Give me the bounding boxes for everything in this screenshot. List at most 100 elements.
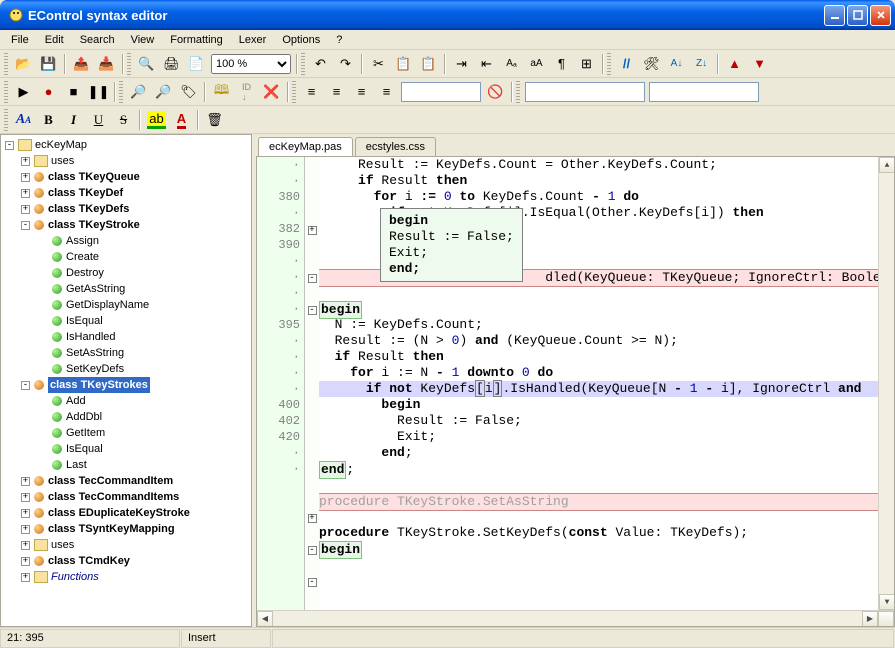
tree-node[interactable]: +class TecCommandItems xyxy=(3,489,249,505)
redo-button[interactable]: ↷ xyxy=(334,53,357,75)
bold-button[interactable]: B xyxy=(37,109,60,131)
toolbar-grip[interactable] xyxy=(516,81,520,103)
fold-toggle[interactable]: - xyxy=(308,306,317,315)
clear-fmt-button[interactable]: 🚫 xyxy=(484,81,507,103)
comment-button[interactable]: // xyxy=(615,53,638,75)
undo-button[interactable]: ↶ xyxy=(309,53,332,75)
delete-button[interactable]: 🗑 xyxy=(203,109,226,131)
fold-column[interactable]: +--+-- xyxy=(305,157,319,610)
sort-desc-button[interactable]: Z↓ xyxy=(690,53,713,75)
bookmark-clear-button[interactable]: ❌ xyxy=(260,81,283,103)
tree-node[interactable]: SetKeyDefs xyxy=(3,361,249,377)
fold-toggle[interactable]: + xyxy=(308,514,317,523)
tree-node[interactable]: GetAsString xyxy=(3,281,249,297)
bookmark-id-button[interactable]: ID↓ xyxy=(235,81,258,103)
tree-node[interactable]: Assign xyxy=(3,233,249,249)
toolbar-grip[interactable] xyxy=(4,109,8,131)
menu-options[interactable]: Options xyxy=(275,32,327,48)
record-button[interactable]: ● xyxy=(37,81,60,103)
tree-node[interactable]: +class TSyntKeyMapping xyxy=(3,521,249,537)
tree-node[interactable]: Add xyxy=(3,393,249,409)
close-button[interactable] xyxy=(870,5,891,26)
maximize-button[interactable] xyxy=(847,5,868,26)
replace-button[interactable]: 🏷 xyxy=(177,81,200,103)
tab[interactable]: ecstyles.css xyxy=(355,137,436,156)
toolbar-grip[interactable] xyxy=(127,53,131,75)
tree-node[interactable]: IsEqual xyxy=(3,313,249,329)
tab[interactable]: ecKeyMap.pas xyxy=(258,137,353,156)
find-button[interactable]: 🔎 xyxy=(127,81,150,103)
size-combo[interactable] xyxy=(649,82,759,102)
menu-?[interactable]: ? xyxy=(329,32,349,48)
underline-button[interactable]: U xyxy=(87,109,110,131)
align-center-button[interactable]: ≡ xyxy=(325,81,348,103)
tree-node[interactable]: -class TKeyStrokes xyxy=(3,377,249,393)
export-button[interactable]: 📤 xyxy=(70,53,93,75)
case-lower-button[interactable]: aA xyxy=(525,53,548,75)
paste-button[interactable]: 📋 xyxy=(417,53,440,75)
char-format-button[interactable]: AA xyxy=(12,109,35,131)
toolbar-grip[interactable] xyxy=(119,81,123,103)
italic-button[interactable]: I xyxy=(62,109,85,131)
cut-button[interactable]: ✂ xyxy=(367,53,390,75)
fold-toggle[interactable]: - xyxy=(308,546,317,555)
align-justify-button[interactable]: ≡ xyxy=(375,81,398,103)
menu-search[interactable]: Search xyxy=(73,32,122,48)
stop-button[interactable]: ■ xyxy=(62,81,85,103)
font-combo[interactable] xyxy=(525,82,645,102)
menu-file[interactable]: File xyxy=(4,32,36,48)
tree-node[interactable]: SetAsString xyxy=(3,345,249,361)
titlebar[interactable]: EControl syntax editor xyxy=(0,0,895,30)
page-setup-button[interactable]: 📄 xyxy=(185,53,208,75)
scroll-up-button[interactable]: ▲ xyxy=(879,157,895,173)
indent-button[interactable]: ⇥ xyxy=(450,53,473,75)
sort-asc-button[interactable]: A↓ xyxy=(665,53,688,75)
toolbar-grip[interactable] xyxy=(607,53,611,75)
scroll-right-button[interactable]: ▶ xyxy=(862,611,878,627)
import-button[interactable]: 📥 xyxy=(95,53,118,75)
align-right-button[interactable]: ≡ xyxy=(350,81,373,103)
horizontal-scrollbar[interactable]: ◀ ▶ xyxy=(257,610,894,626)
tree-node[interactable]: IsHandled xyxy=(3,329,249,345)
tree-node[interactable]: +class TKeyDef xyxy=(3,185,249,201)
fold-toggle[interactable]: - xyxy=(308,274,317,283)
tree-node[interactable]: Destroy xyxy=(3,265,249,281)
find-next-button[interactable]: 🔎 xyxy=(152,81,175,103)
tree-node[interactable]: Create xyxy=(3,249,249,265)
outdent-button[interactable]: ⇤ xyxy=(475,53,498,75)
bookmark-button[interactable]: 🕮 xyxy=(210,81,233,103)
menu-edit[interactable]: Edit xyxy=(38,32,71,48)
print-button[interactable]: 🖨 xyxy=(160,53,183,75)
pause-button[interactable]: ❚❚ xyxy=(87,81,110,103)
tree-node[interactable]: +class TecCommandItem xyxy=(3,473,249,489)
save-button[interactable]: 💾 xyxy=(37,53,60,75)
toolbar-grip[interactable] xyxy=(4,81,8,103)
toolbar-grip[interactable] xyxy=(292,81,296,103)
menu-lexer[interactable]: Lexer xyxy=(232,32,274,48)
tree-node[interactable]: -class TKeyStroke xyxy=(3,217,249,233)
strikethrough-button[interactable]: S xyxy=(112,109,135,131)
tree-node[interactable]: GetItem xyxy=(3,425,249,441)
tree-node[interactable]: +uses xyxy=(3,153,249,169)
highlight-color-button[interactable]: ab xyxy=(145,109,168,131)
tree-node[interactable]: +class TKeyQueue xyxy=(3,169,249,185)
tree-node[interactable]: AddDbl xyxy=(3,409,249,425)
toolbar-grip[interactable] xyxy=(4,53,8,75)
arrow-down-button[interactable]: ▼ xyxy=(748,53,771,75)
zoom-combo[interactable]: 100 % xyxy=(211,54,291,74)
tree-node[interactable]: +Functions xyxy=(3,569,249,585)
copy-button[interactable]: 📋 xyxy=(392,53,415,75)
tree-node[interactable]: +class EDuplicateKeyStroke xyxy=(3,505,249,521)
case-upper-button[interactable]: Aₐ xyxy=(500,53,523,75)
tree-node[interactable]: Last xyxy=(3,457,249,473)
align-left-button[interactable]: ≡ xyxy=(300,81,323,103)
combo-1[interactable] xyxy=(401,82,481,102)
scroll-down-button[interactable]: ▼ xyxy=(879,594,895,610)
preview-button[interactable]: 🔍 xyxy=(135,53,158,75)
menu-view[interactable]: View xyxy=(124,32,162,48)
fold-toggle[interactable]: + xyxy=(308,226,317,235)
vertical-scrollbar[interactable]: ▲ ▼ xyxy=(878,157,894,610)
menu-formatting[interactable]: Formatting xyxy=(163,32,230,48)
tree-node[interactable]: +uses xyxy=(3,537,249,553)
tree-node[interactable]: GetDisplayName xyxy=(3,297,249,313)
